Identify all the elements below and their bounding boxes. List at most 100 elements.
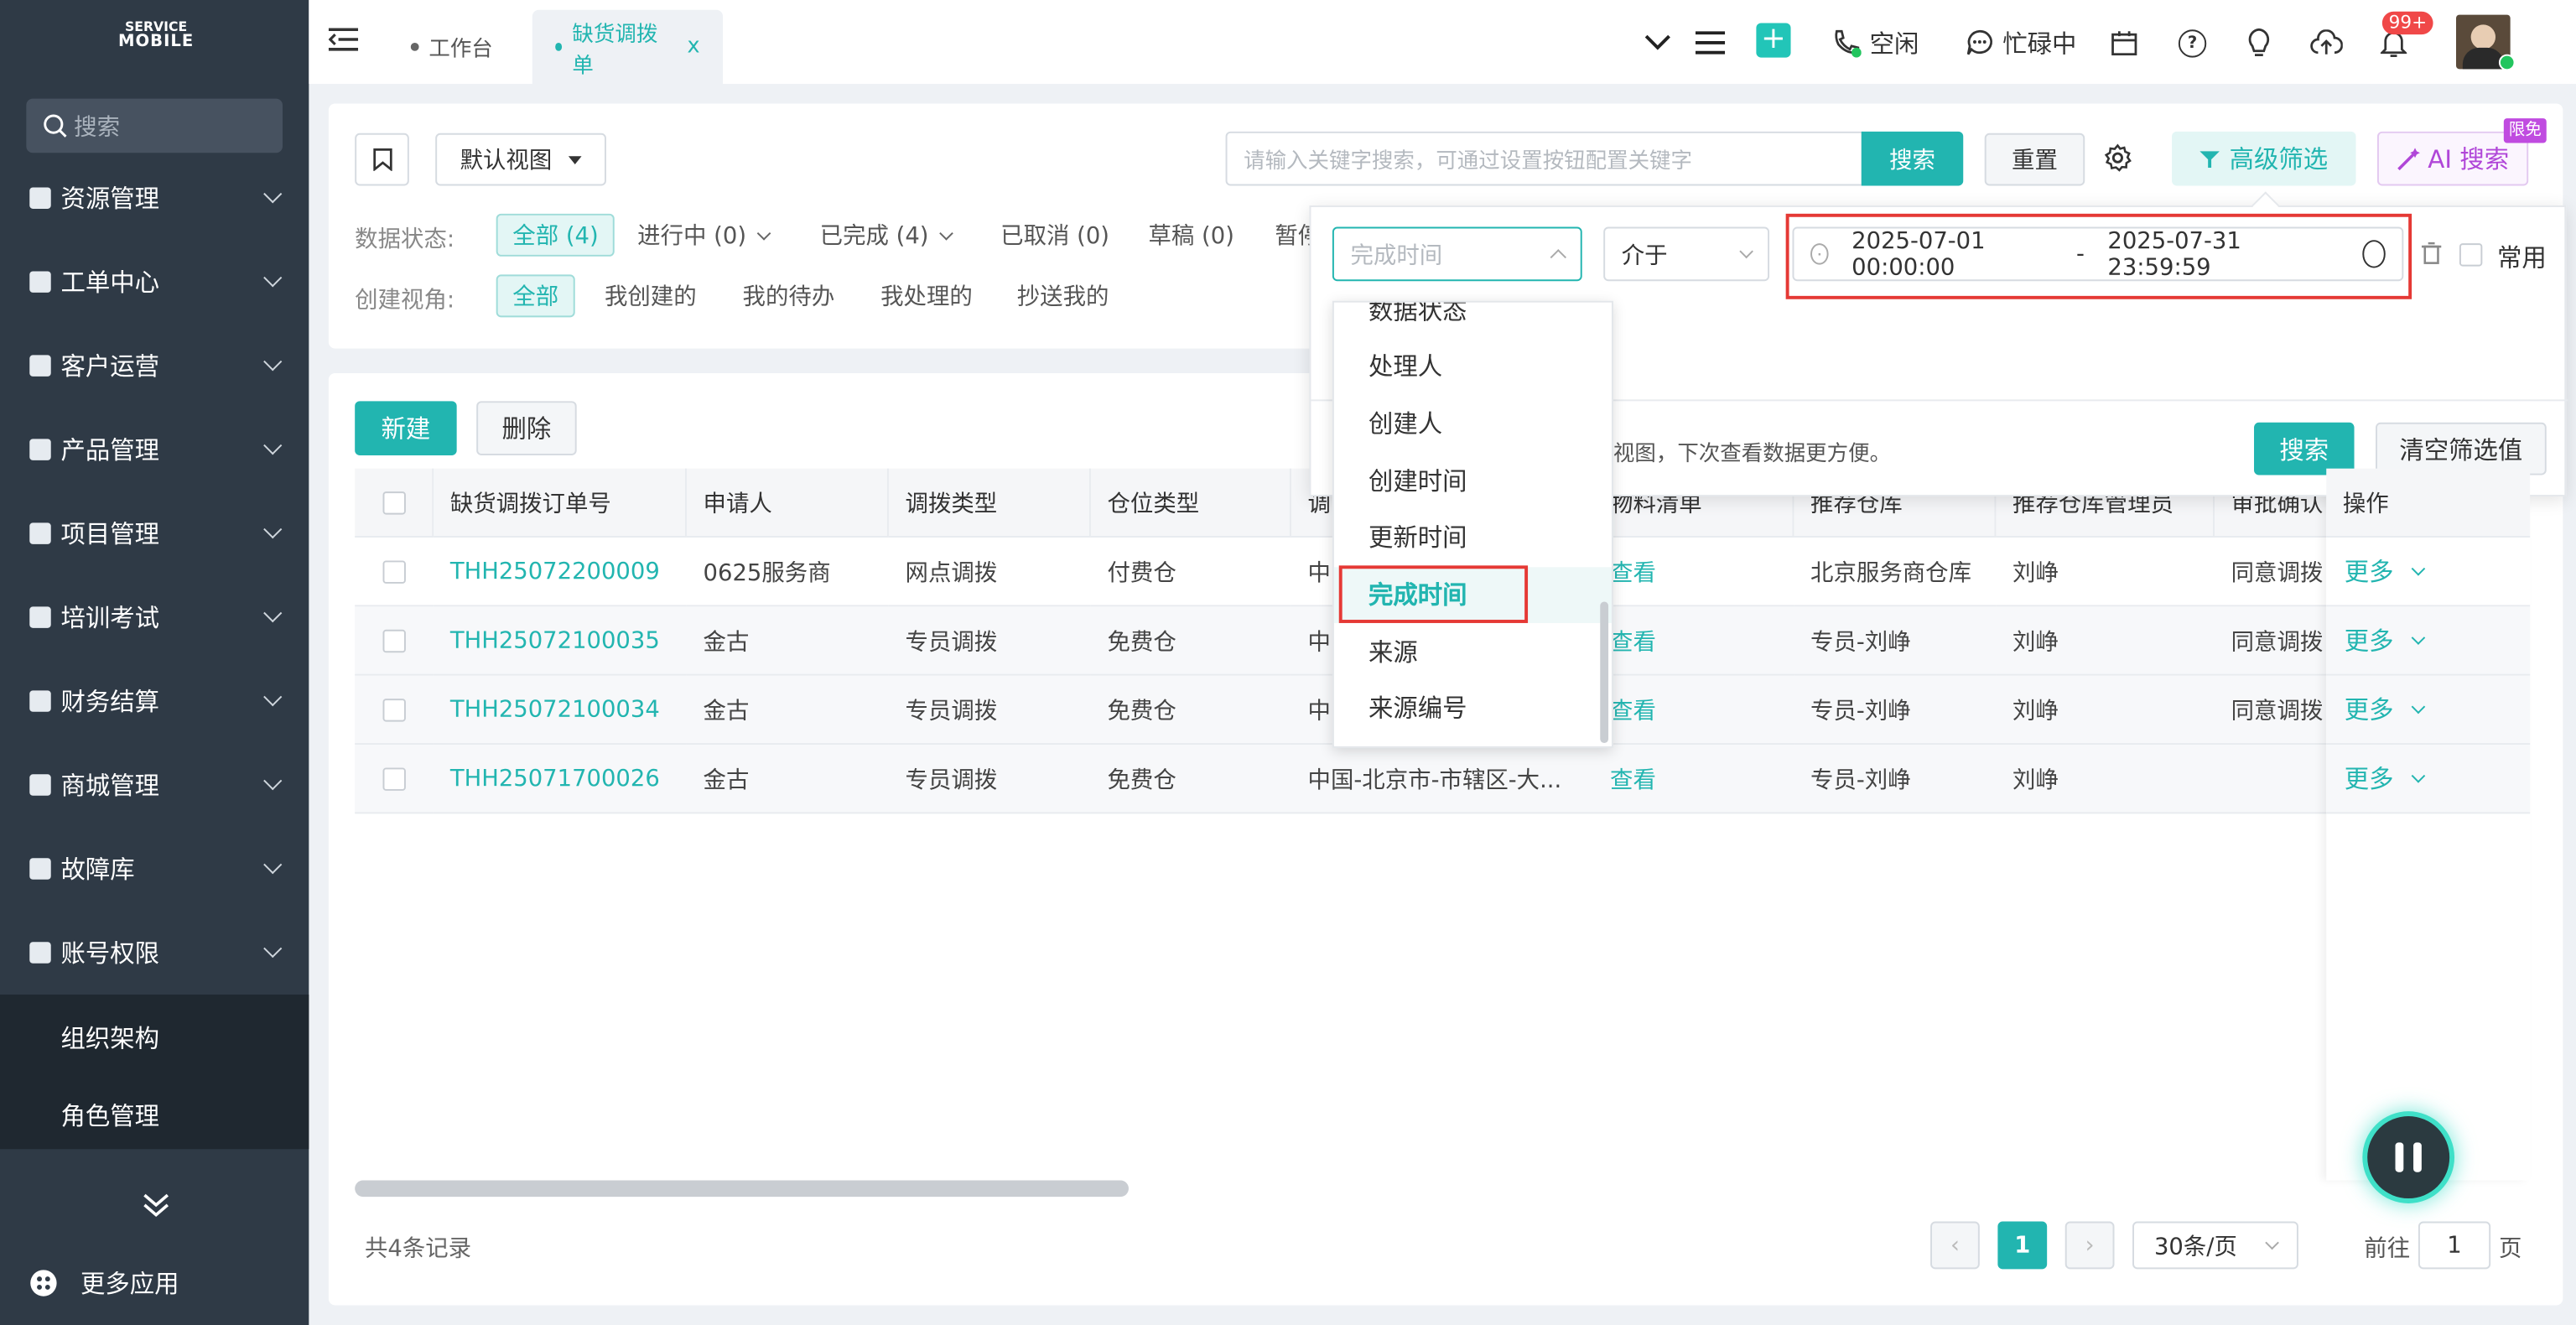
row-checkbox[interactable] <box>382 559 406 583</box>
common-checkbox[interactable] <box>2459 243 2483 267</box>
calendar-icon[interactable] <box>2111 23 2137 62</box>
dropdown-option[interactable]: 处理人 <box>1334 338 1612 394</box>
table-cell-list[interactable]: 查看 <box>1593 538 1794 607</box>
page-size-select[interactable]: 30条/页 <box>2132 1221 2298 1270</box>
filter-field-select[interactable]: 完成时间 <box>1332 226 1582 282</box>
dropdown-option[interactable]: 数据状态 <box>1334 303 1612 337</box>
home-icon <box>29 606 51 628</box>
table-cell-list[interactable]: 查看 <box>1593 745 1794 814</box>
close-icon[interactable]: x <box>688 34 700 59</box>
more-actions-button[interactable]: 更多 <box>2326 675 2531 746</box>
submenu-item-org[interactable]: 组织架构 <box>60 1021 159 1055</box>
gear-icon[interactable] <box>2103 143 2132 179</box>
page-1-button[interactable]: 1 <box>1997 1221 2048 1270</box>
add-icon[interactable]: + <box>1756 22 1791 58</box>
row-checkbox[interactable] <box>382 698 406 721</box>
more-actions-button[interactable]: 更多 <box>2326 745 2531 814</box>
view-chip-all[interactable]: 全部 <box>496 274 575 318</box>
more-actions-button[interactable]: 更多 <box>2326 538 2531 607</box>
prev-page-icon[interactable]: ‹ <box>1930 1221 1980 1270</box>
status-chip-cancelled[interactable]: 已取消 (0) <box>986 214 1124 257</box>
submenu-item-role[interactable]: 角色管理 <box>60 1098 159 1132</box>
table-cell-list[interactable]: 查看 <box>1593 606 1794 676</box>
sidebar-item-2[interactable]: 客户运营 <box>0 324 309 408</box>
advanced-search-button[interactable]: 搜索 <box>2254 422 2355 475</box>
goto-page-input[interactable]: 1 <box>2418 1221 2491 1270</box>
more-apps[interactable]: 更多应用 <box>29 1265 179 1300</box>
more-label: 更多 <box>2344 626 2394 657</box>
status-busy-label: 忙碌中 <box>2002 29 2077 59</box>
tab-shortage-transfer[interactable]: 缺货调拨单 x <box>532 9 724 84</box>
sidebar-item-6[interactable]: 财务结算 <box>0 659 309 743</box>
table-cell-applicant: 金古 <box>686 745 889 814</box>
sidebar-item-label: 故障库 <box>60 855 135 885</box>
dropdown-option[interactable]: 来源 <box>1334 623 1612 679</box>
table-cell-pos: 免费仓 <box>1090 745 1291 814</box>
common-label: 常用 <box>2496 243 2547 273</box>
table-cell-id[interactable]: THH25072100034 <box>434 676 687 746</box>
sidebar-item-8[interactable]: 故障库 <box>0 827 309 911</box>
sidebar-item-4[interactable]: 项目管理 <box>0 491 309 575</box>
sidebar-item-5[interactable]: 培训考试 <box>0 575 309 659</box>
tab-workbench[interactable]: 工作台 <box>387 10 516 84</box>
view-chip-todo[interactable]: 我的待办 <box>728 274 849 317</box>
total-records: 共4条记录 <box>364 1236 472 1263</box>
dropdown-option[interactable]: 来源编号 <box>1334 680 1612 736</box>
sidebar-item-9[interactable]: 账号权限 <box>0 911 309 995</box>
bookmark-icon[interactable] <box>355 132 409 186</box>
search-button[interactable]: 搜索 <box>1861 131 1964 186</box>
keyword-search-input[interactable]: 请输入关键字搜索，可通过设置按钮配置关键字 <box>1225 131 1863 186</box>
table-cell-id[interactable]: THH25071700026 <box>434 745 687 814</box>
sidebar-search[interactable]: 搜索 <box>26 98 283 153</box>
new-button[interactable]: 新建 <box>355 401 457 456</box>
table-cell-type: 专员调拨 <box>888 745 1091 814</box>
double-chevron-down-icon[interactable] <box>141 1190 170 1226</box>
table-cell-list[interactable]: 查看 <box>1593 676 1794 746</box>
trash-icon[interactable] <box>2421 242 2442 271</box>
status-chip-completed[interactable]: 已完成 (4) <box>805 214 967 257</box>
view-select[interactable]: 默认视图 <box>435 132 606 186</box>
operator-select[interactable]: 介于 <box>1603 226 1770 282</box>
help-icon[interactable]: ? <box>2178 23 2207 62</box>
status-busy[interactable]: 忙碌中 <box>1965 23 2076 62</box>
dropdown-option[interactable]: 更新时间 <box>1334 509 1612 565</box>
dropdown-option[interactable]: 创建时间 <box>1334 452 1612 508</box>
select-all-checkbox[interactable] <box>382 491 405 514</box>
sidebar-item-1[interactable]: 工单中心 <box>0 240 309 324</box>
row-checkbox[interactable] <box>382 628 406 652</box>
status-chip-draft[interactable]: 草稿 (0) <box>1134 214 1249 257</box>
chevron-down-icon[interactable] <box>1643 23 1672 62</box>
advanced-filter-button[interactable]: 高级筛选 <box>2172 131 2356 186</box>
sidebar-item-3[interactable]: 产品管理 <box>0 408 309 491</box>
bulb-icon[interactable] <box>2246 23 2272 62</box>
row-checkbox[interactable] <box>382 766 406 790</box>
table-cell-wh: 专员-刘峥 <box>1794 745 1997 814</box>
view-chip-cc[interactable]: 抄送我的 <box>1002 274 1124 317</box>
sidebar-item-label: 财务结算 <box>60 687 160 717</box>
view-chip-handled[interactable]: 我处理的 <box>865 274 987 317</box>
sidebar-item-label: 产品管理 <box>60 435 160 465</box>
magic-wand-icon <box>2397 147 2420 170</box>
next-page-icon[interactable]: › <box>2064 1221 2115 1270</box>
delete-button[interactable]: 删除 <box>476 401 577 456</box>
cloud-upload-icon[interactable] <box>2310 23 2343 62</box>
chevron-down-icon <box>263 772 283 791</box>
dropdown-option[interactable]: 创建人 <box>1334 395 1612 451</box>
status-idle[interactable]: 空闲 <box>1832 23 1919 62</box>
pause-button[interactable] <box>2367 1116 2450 1199</box>
table-cell-id[interactable]: THH25072100035 <box>434 606 687 676</box>
view-chip-created[interactable]: 我创建的 <box>589 274 711 317</box>
horizontal-scrollbar[interactable] <box>355 1180 1129 1198</box>
clear-filter-button[interactable]: 清空筛选值 <box>2376 422 2547 475</box>
reset-button[interactable]: 重置 <box>1984 132 2085 186</box>
menu-toggle-icon[interactable] <box>328 26 359 59</box>
table-cell-id[interactable]: THH25072200009 <box>434 538 687 607</box>
list-icon[interactable] <box>1695 23 1726 62</box>
table-cell-pos: 付费仓 <box>1090 538 1291 607</box>
dropdown-scrollbar[interactable] <box>1600 601 1609 744</box>
sidebar-item-0[interactable]: 资源管理 <box>0 156 309 240</box>
more-actions-button[interactable]: 更多 <box>2326 606 2531 676</box>
status-chip-all[interactable]: 全部 (4) <box>496 213 615 257</box>
status-chip-in-progress[interactable]: 进行中 (0) <box>623 214 785 257</box>
sidebar-item-7[interactable]: 商城管理 <box>0 743 309 827</box>
